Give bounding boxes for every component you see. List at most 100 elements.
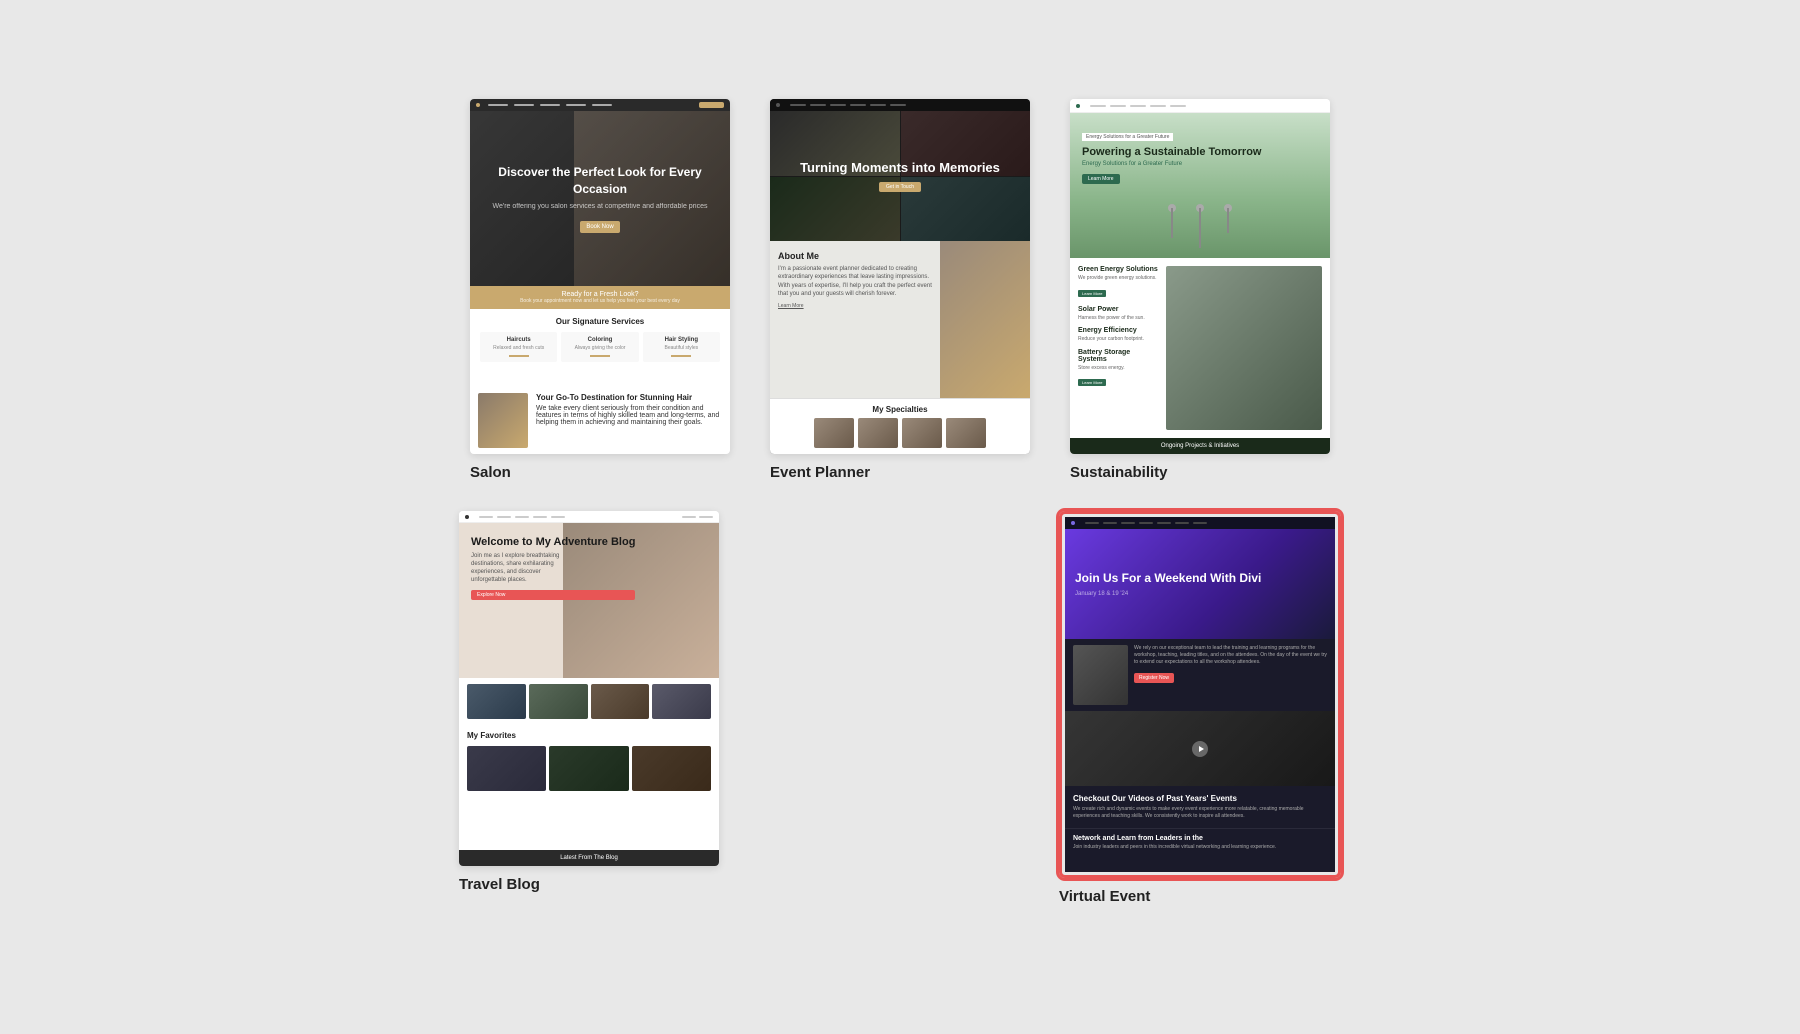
virtual-speaker-section: We rely on our exceptional team to lead …: [1065, 639, 1335, 711]
salon-hero-text: Discover the Perfect Look for Every Occa…: [470, 154, 730, 243]
event-about: About Me I'm a passionate event planner …: [770, 241, 1030, 398]
salon-nav: [470, 99, 730, 111]
travel-hero-btn: Explore Now: [471, 590, 635, 600]
travel-nav-link: [515, 516, 529, 518]
turbine-3: [1224, 204, 1232, 248]
virtual-nav-link: [1175, 522, 1189, 524]
sustain-eyebrow: Energy Solutions for a Greater Future: [1082, 133, 1173, 141]
sustain-nav: [1070, 99, 1330, 113]
event-planner-label: Event Planner: [770, 464, 870, 481]
salon-services-title: Our Signature Services: [480, 317, 720, 326]
virtual-hero-date: January 18 & 19 '24: [1075, 591, 1325, 597]
virtual-logo: [1071, 521, 1075, 525]
event-about-text: About Me I'm a passionate event planner …: [770, 241, 940, 398]
service-coloring-divider: [590, 355, 610, 357]
salon-goto-image: [478, 393, 528, 448]
salon-goto: Your Go-To Destination for Stunning Hair…: [470, 387, 730, 454]
virtual-nav: [1065, 517, 1335, 529]
travel-photo-3: [591, 684, 650, 719]
event-spec-item-1: [814, 418, 854, 448]
event-hero-btn: Get in Touch: [879, 182, 921, 192]
virtual-play-button[interactable]: [1192, 741, 1208, 757]
event-hero-title: Turning Moments into Memories: [800, 160, 1000, 177]
virtual-nav-link: [1121, 522, 1135, 524]
virtual-hero-title: Join Us For a Weekend With Divi: [1075, 571, 1325, 587]
event-spec-title: My Specialties: [778, 405, 1022, 414]
event-about-image: [940, 241, 1030, 398]
virtual-nav-link: [1193, 522, 1207, 524]
sustain-hero-title: Powering a Sustainable Tomorrow: [1082, 145, 1318, 159]
card-event-planner[interactable]: Turning Moments into Memories Get in Tou…: [770, 99, 1030, 481]
salon-nav-items: [488, 104, 612, 106]
salon-hero-btn: Book Now: [580, 221, 619, 233]
turbine-pole: [1171, 208, 1173, 238]
event-nav-link: [810, 104, 826, 106]
salon-goto-desc: We take every client seriously from thei…: [536, 405, 722, 426]
event-nav-link: [830, 104, 846, 106]
travel-nav-right: [682, 516, 713, 518]
sustain-sidebar-item-battery: Battery Storage Systems Store excess ene…: [1078, 349, 1158, 390]
salon-service-grid: Haircuts Relaxed and fresh cuts Coloring…: [480, 332, 720, 362]
virtual-network-desc: Join industry leaders and peers in this …: [1073, 844, 1327, 851]
sustain-main-image: [1166, 266, 1322, 430]
salon-logo: [476, 103, 480, 107]
sustain-battery-title: Battery Storage Systems: [1078, 349, 1158, 363]
virtual-thumbnail: Join Us For a Weekend With Divi January …: [1065, 517, 1335, 872]
salon-nav-item: [592, 104, 612, 106]
sustain-nav-link: [1130, 105, 1146, 107]
salon-services: Our Signature Services Haircuts Relaxed …: [470, 309, 730, 387]
virtual-speaker-text: We rely on our exceptional team to lead …: [1134, 645, 1327, 705]
event-spec-row: [778, 418, 1022, 448]
event-nav-links: [790, 104, 906, 106]
travel-logo: [465, 515, 469, 519]
salon-hero: Discover the Perfect Look for Every Occa…: [470, 111, 730, 286]
travel-nav-link: [551, 516, 565, 518]
card-travel-blog[interactable]: Welcome to My Adventure Blog Join me as …: [459, 511, 719, 905]
salon-goto-content: Your Go-To Destination for Stunning Hair…: [536, 393, 722, 426]
service-coloring-name: Coloring: [564, 337, 635, 343]
service-styling-divider: [671, 355, 691, 357]
card-virtual-event[interactable]: Join Us For a Weekend With Divi January …: [1059, 511, 1341, 905]
salon-nav-item: [488, 104, 508, 106]
virtual-video-section: [1065, 711, 1335, 786]
event-spec-item-4: [946, 418, 986, 448]
travel-favorites-title: My Favorites: [467, 731, 711, 740]
salon-hero-title: Discover the Perfect Look for Every Occa…: [480, 164, 720, 198]
salon-nav-item: [540, 104, 560, 106]
virtual-video-desc: We create rich and dynamic events to mak…: [1073, 806, 1327, 820]
service-styling-name: Hair Styling: [646, 337, 717, 343]
salon-goto-title: Your Go-To Destination for Stunning Hair: [536, 393, 722, 402]
virtual-event-label: Virtual Event: [1059, 888, 1150, 905]
sustain-hero-btn: Learn More: [1082, 174, 1120, 184]
virtual-speaker-image: [1073, 645, 1128, 705]
card-salon[interactable]: Discover the Perfect Look for Every Occa…: [470, 99, 730, 481]
travel-fav-1: [467, 746, 546, 791]
virtual-nav-link: [1157, 522, 1171, 524]
gallery-container: Discover the Perfect Look for Every Occa…: [350, 79, 1450, 955]
turbine-1: [1168, 204, 1176, 248]
sustain-footer: Ongoing Projects & Initiatives: [1070, 438, 1330, 454]
empty-spacer: [759, 511, 1019, 905]
sustain-solar-title: Solar Power: [1078, 306, 1158, 313]
virtual-nav-link: [1103, 522, 1117, 524]
travel-photo-2: [529, 684, 588, 719]
sustain-green-desc: We provide green energy solutions.: [1078, 275, 1158, 282]
sustain-turbines: [1168, 204, 1232, 248]
sustain-sidebar-item-efficiency: Energy Efficiency Reduce your carbon foo…: [1078, 327, 1158, 343]
salon-nav-btn: [699, 102, 724, 108]
travel-favorites: My Favorites: [459, 725, 719, 797]
sustain-nav-link: [1090, 105, 1106, 107]
virtual-text-section: Checkout Our Videos of Past Years' Event…: [1065, 786, 1335, 828]
turbine-pole: [1227, 208, 1229, 233]
sustain-nav-links: [1090, 105, 1186, 107]
service-styling-desc: Beautiful styles: [646, 345, 717, 352]
sustain-hero: Energy Solutions for a Greater Future Po…: [1070, 113, 1330, 258]
event-specialties: My Specialties: [770, 398, 1030, 454]
virtual-nav-link: [1139, 522, 1153, 524]
card-sustainability[interactable]: Energy Solutions for a Greater Future Po…: [1070, 99, 1330, 481]
sustain-sidebar: Green Energy Solutions We provide green …: [1078, 266, 1158, 430]
service-coloring-desc: Always giving the color: [564, 345, 635, 352]
event-nav-link: [890, 104, 906, 106]
service-haircuts: Haircuts Relaxed and fresh cuts: [480, 332, 557, 362]
travel-photos: [459, 678, 719, 725]
